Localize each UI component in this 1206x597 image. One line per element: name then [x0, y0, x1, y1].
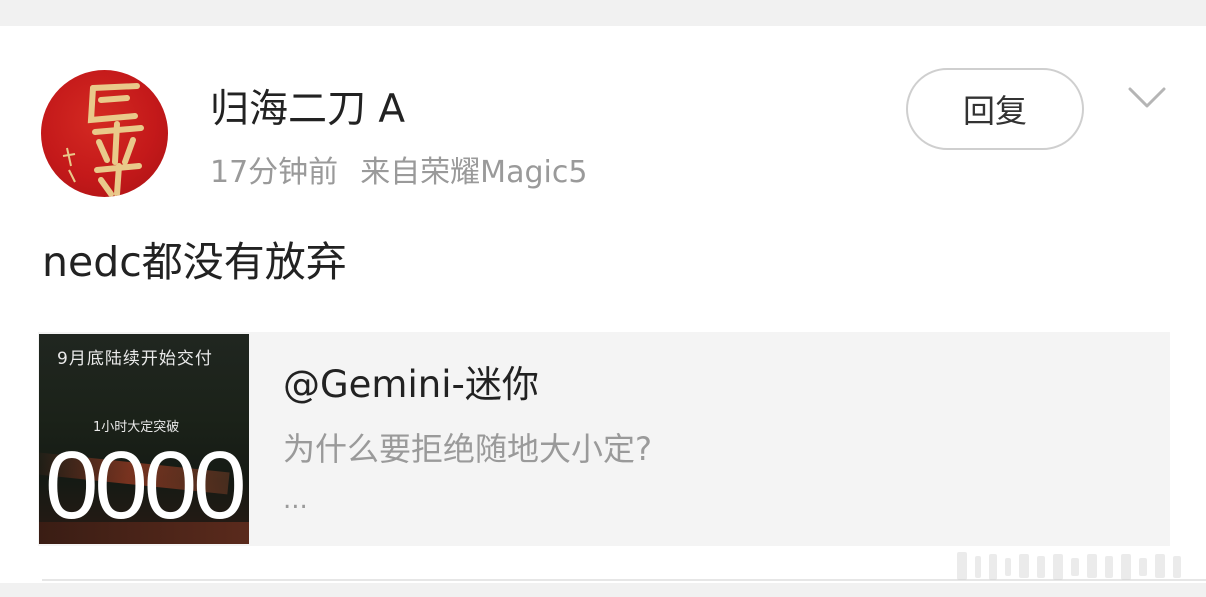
chevron-down-icon[interactable] [1128, 86, 1166, 110]
top-separator [0, 0, 1206, 26]
post-meta: 17分钟前 来自荣耀Magic5 [210, 153, 587, 193]
avatar[interactable] [41, 70, 168, 197]
quoted-post-thumbnail[interactable]: 9月底陆续开始交付 1小时大定突破 0000 [39, 334, 249, 544]
username[interactable]: 归海二刀 A [210, 86, 405, 134]
post-time: 17分钟前 [210, 155, 339, 190]
post-source: 来自荣耀Magic5 [360, 155, 588, 190]
quoted-post-card[interactable]: 9月底陆续开始交付 1小时大定突破 0000 @Gemini-迷你 为什么要拒绝… [38, 332, 1170, 546]
thumbnail-big-number: 0000 [45, 432, 247, 539]
watermark-icon [957, 552, 1181, 580]
quoted-post-ellipsis: ... [283, 485, 308, 515]
quoted-post-snippet: 为什么要拒绝随地大小定? [283, 430, 652, 468]
reply-button[interactable]: 回复 [906, 68, 1084, 150]
thumbnail-top-text: 9月底陆续开始交付 [57, 349, 213, 369]
post-text: nedc都没有放弃 [42, 238, 347, 286]
bottom-separator [0, 583, 1206, 597]
avatar-calligraphy-icon [62, 83, 144, 197]
thumbnail-bottom-band [39, 522, 249, 544]
quoted-post-author[interactable]: @Gemini-迷你 [283, 362, 539, 408]
